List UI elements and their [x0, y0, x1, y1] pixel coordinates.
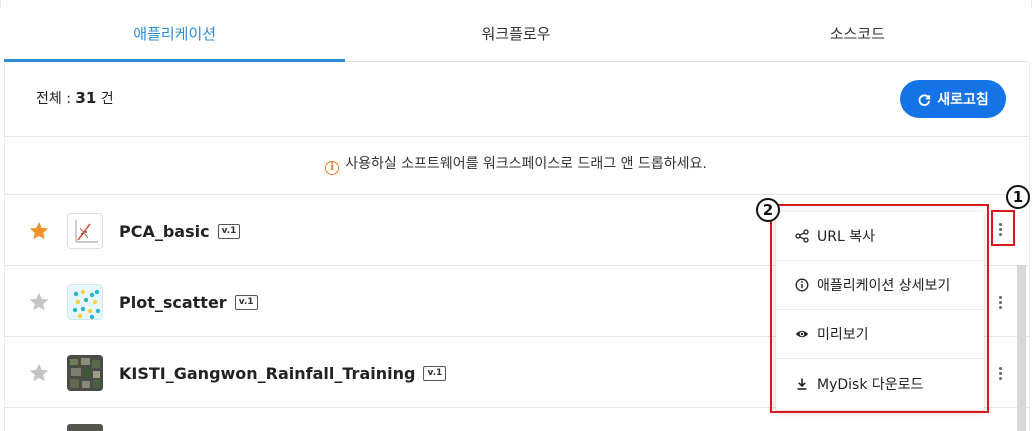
top-frame: [0, 0, 1032, 7]
eye-icon: [795, 330, 809, 338]
total-label: 전체 :: [36, 91, 76, 107]
tab-applications[interactable]: 애플리케이션: [4, 7, 346, 62]
version-badge: v.1: [217, 223, 241, 239]
total-count: 전체 : 31 건: [36, 88, 114, 108]
divider: [5, 194, 1029, 195]
divider: [5, 136, 1029, 137]
callout-badge-2: 2: [756, 198, 780, 222]
menu-item-mydisk-download[interactable]: MyDisk 다운로드: [776, 359, 984, 408]
map-thumbnail: [67, 355, 103, 391]
callout-badge-1: 1: [1006, 185, 1030, 209]
info-icon: [795, 278, 809, 292]
version-badge: v.1: [423, 365, 447, 381]
refresh-button[interactable]: 새로고침: [900, 80, 1006, 118]
app-name-text: Plot_scatter: [119, 292, 227, 312]
app-name[interactable]: KISTI_Gangwon_Rainfall_Training v.1: [119, 363, 447, 383]
share-icon: [795, 229, 809, 243]
drag-drop-notice: i 사용하실 소프트웨어를 워크스페이스로 드래그 앤 드롭하세요.: [0, 153, 1032, 175]
menu-item-label: URL 복사: [817, 229, 875, 245]
scatter-dots-thumbnail: [67, 284, 103, 320]
app-name-text: KISTI_Gangwon_Rainfall_Training: [119, 363, 416, 383]
more-options-icon[interactable]: [995, 291, 1005, 313]
more-options-icon[interactable]: [995, 362, 1005, 384]
version-badge: v.1: [234, 294, 258, 310]
menu-item-preview[interactable]: 미리보기: [776, 310, 984, 359]
context-menu: URL 복사 애플리케이션 상세보기 미리보기 MyDisk 다운로드: [776, 212, 984, 410]
map-thumbnail: [67, 424, 103, 431]
menu-item-label: 미리보기: [817, 327, 869, 343]
tab-bar: 애플리케이션 워크플로우 소스코드: [4, 7, 1028, 62]
panel-right-border: [1029, 62, 1030, 431]
menu-item-app-details[interactable]: 애플리케이션 상세보기: [776, 261, 984, 310]
refresh-icon: [918, 93, 931, 106]
menu-item-copy-url[interactable]: URL 복사: [776, 212, 984, 261]
menu-item-label: 애플리케이션 상세보기: [817, 278, 951, 294]
total-count-value: 31: [75, 89, 97, 107]
app-name[interactable]: Plot_scatter v.1: [119, 293, 258, 312]
star-filled-icon[interactable]: [28, 220, 50, 242]
total-unit: 건: [96, 91, 114, 107]
more-options-icon[interactable]: [995, 218, 1005, 240]
menu-item-label: MyDisk 다운로드: [817, 376, 924, 393]
scrollbar[interactable]: [1017, 265, 1026, 431]
info-icon: i: [325, 161, 340, 175]
star-outline-icon[interactable]: [28, 362, 50, 384]
app-name[interactable]: PCA_basic v.1: [119, 221, 241, 241]
download-icon: [797, 378, 807, 390]
tab-workflows[interactable]: 워크플로우: [345, 7, 686, 61]
refresh-button-label: 새로고침: [937, 91, 989, 107]
pca-chart-thumbnail: [67, 213, 103, 249]
app-name-text: PCA_basic: [119, 221, 210, 241]
star-outline-icon[interactable]: [28, 291, 50, 313]
tab-source-code[interactable]: 소스코드: [687, 7, 1028, 61]
notice-text: 사용하실 소프트웨어를 워크스페이스로 드래그 앤 드롭하세요.: [345, 156, 707, 172]
